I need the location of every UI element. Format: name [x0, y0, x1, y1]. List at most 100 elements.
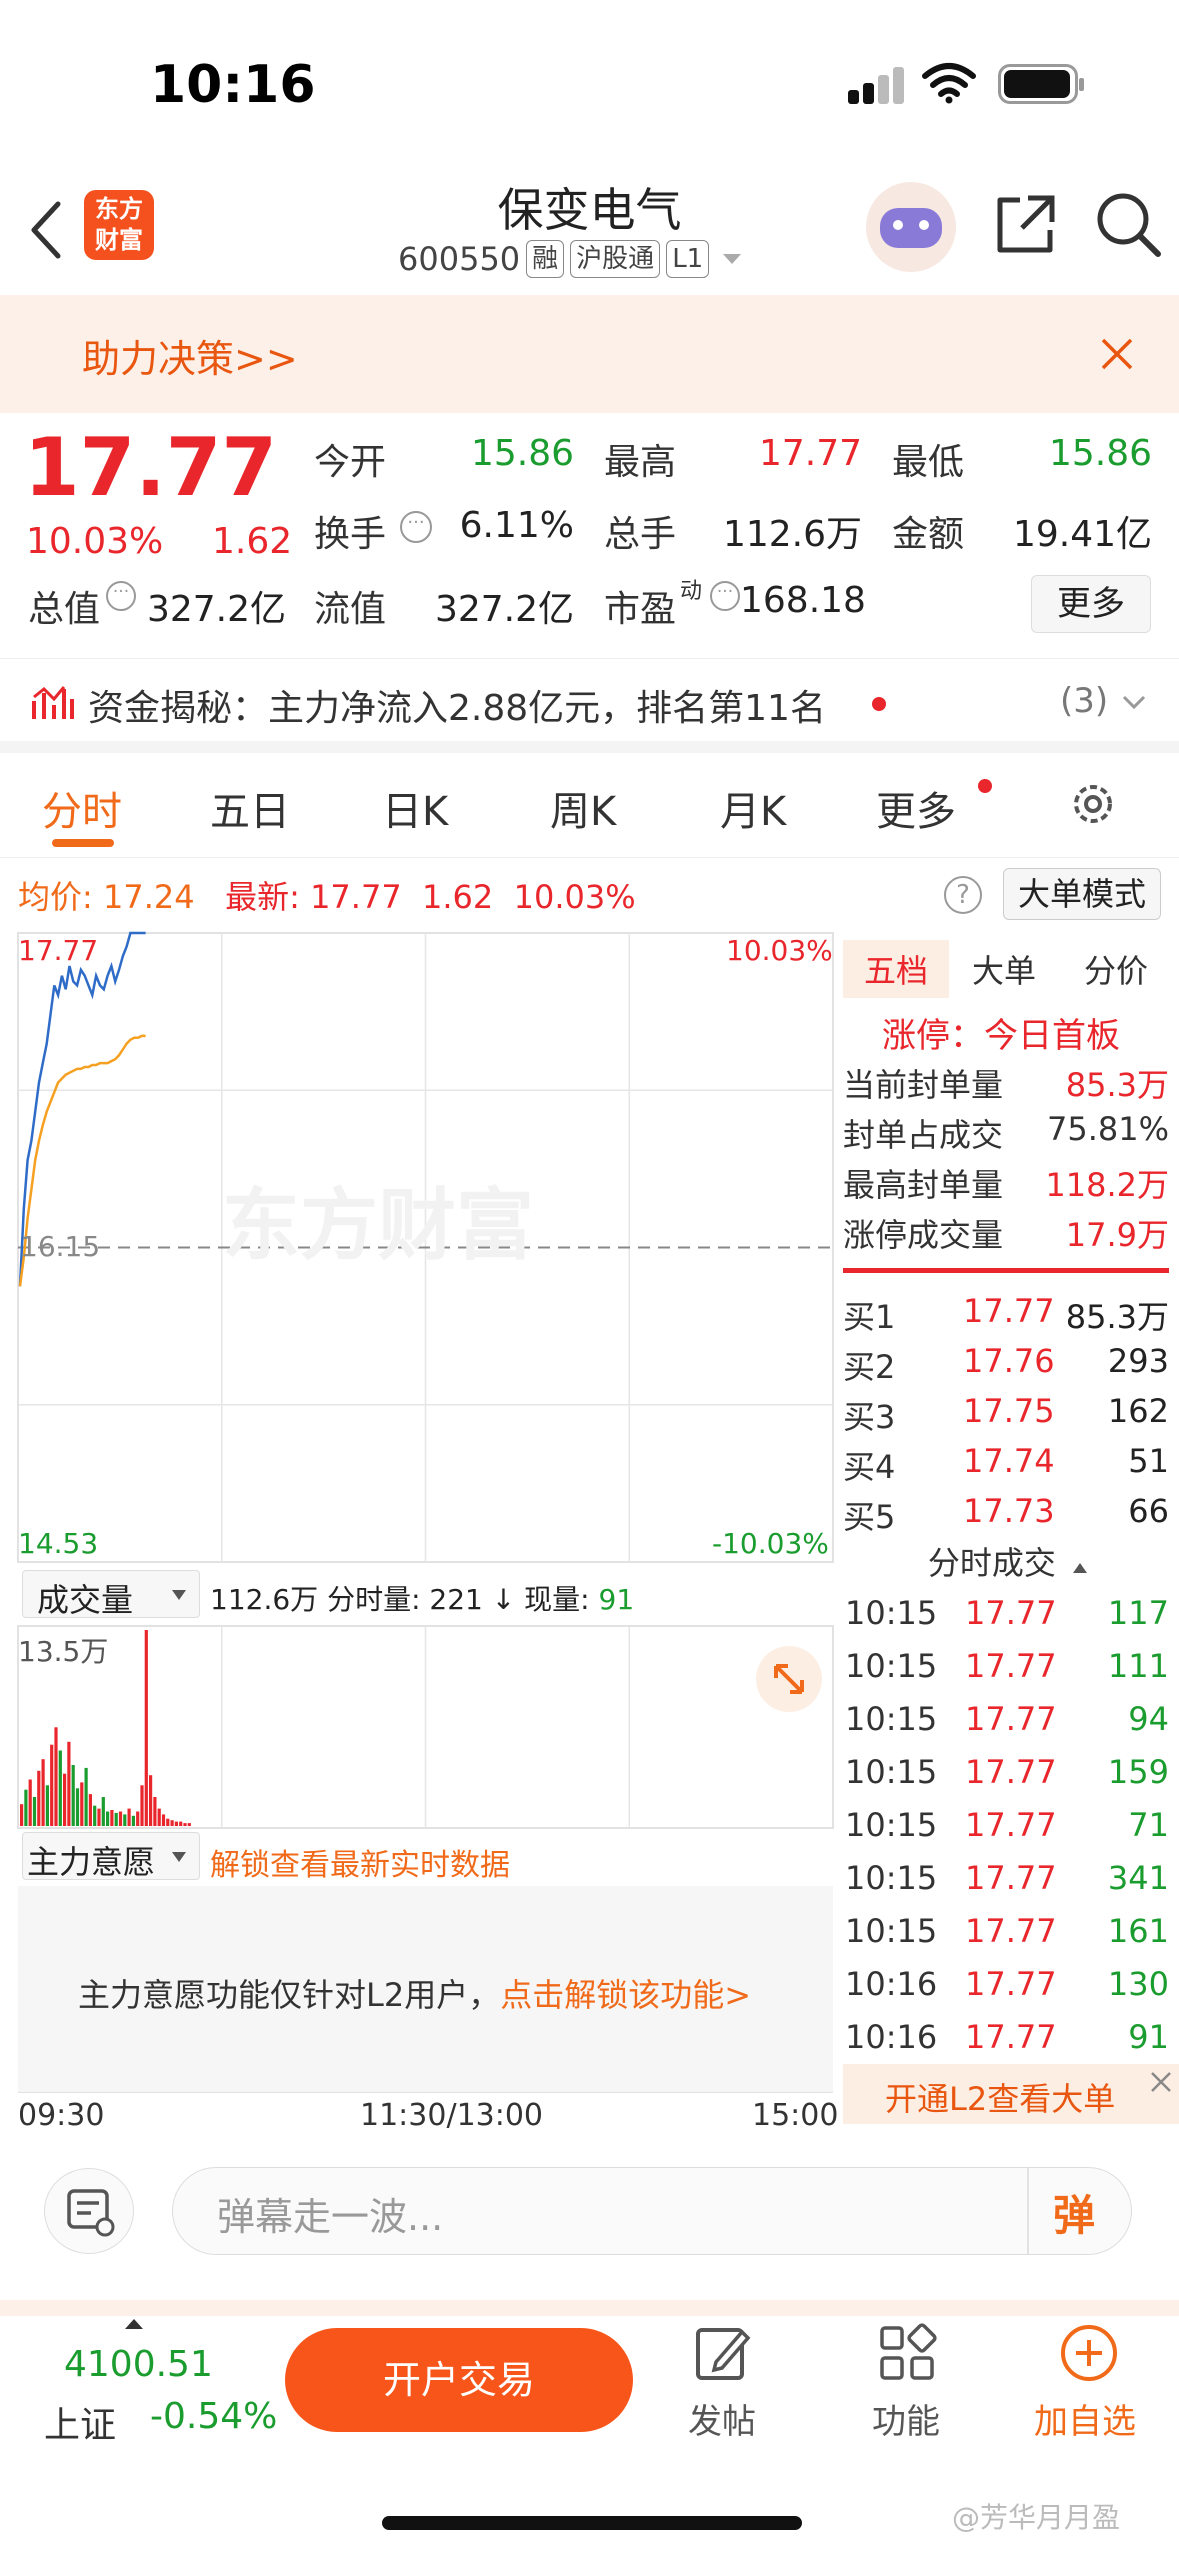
info-icon[interactable]: ··· [710, 581, 740, 611]
decision-banner[interactable]: 助力决策>> [0, 295, 1179, 413]
volume-bar [67, 1741, 71, 1826]
volume-bar [106, 1811, 110, 1826]
float-label: 流值 [314, 589, 387, 630]
volume-bar [58, 1750, 62, 1826]
tick-price: 17.77 [965, 1859, 1057, 1897]
dropdown-triangle-icon [172, 1852, 186, 1862]
tick-time: 10:15 [845, 1594, 938, 1632]
tab-five-day[interactable]: 五日 [210, 779, 290, 837]
tick-volume: 159 [1107, 1753, 1169, 1791]
danmu-toggle-icon[interactable] [44, 2168, 134, 2254]
avg-label: 均价: [18, 878, 93, 916]
latest-change: 1.62 [422, 878, 494, 916]
bid-label: 买2 [843, 1348, 896, 1386]
tick-price: 17.77 [965, 1806, 1057, 1844]
volume-bar [24, 1789, 28, 1826]
bid-price: 17.77 [963, 1292, 1055, 1330]
index-value[interactable]: 4100.51 [64, 2344, 213, 2385]
stat-value: 118.2万 [1045, 1166, 1169, 1204]
open-account-trade-button[interactable]: 开户交易 [285, 2328, 633, 2432]
tick-time: 10:15 [845, 1859, 938, 1897]
more-button[interactable]: 更多 [1031, 575, 1151, 633]
wifi-icon [922, 63, 976, 104]
change-percent: 10.03% [26, 521, 164, 562]
bid-label: 买5 [843, 1498, 896, 1536]
zhuli-selector[interactable]: 主力意愿 [22, 1832, 200, 1881]
tag-connect: 沪股通 [570, 240, 661, 278]
avg-value: 17.24 [102, 878, 195, 916]
big-order-mode-button[interactable]: 大单模式 [1003, 868, 1161, 920]
volume-bar [166, 1818, 170, 1826]
robot-avatar-icon[interactable] [866, 182, 956, 272]
orderbook-tab-price[interactable]: 分价 [1084, 946, 1148, 992]
index-name: 上证 [44, 2405, 117, 2446]
tick-volume: 94 [1128, 1700, 1169, 1738]
ticks-title[interactable]: 分时成交 [843, 1538, 1173, 1584]
expand-icon[interactable] [756, 1646, 822, 1712]
tick-price: 17.77 [965, 1700, 1057, 1738]
high-label: 最高 [604, 442, 677, 483]
orderbook-tab-big[interactable]: 大单 [972, 946, 1036, 992]
time-start: 09:30 [18, 2098, 105, 2133]
info-icon[interactable]: ··· [106, 581, 136, 611]
volume-bar [93, 1805, 97, 1826]
close-icon[interactable] [1100, 337, 1134, 371]
functions-label[interactable]: 功能 [872, 2394, 940, 2443]
tab-underline [52, 839, 114, 847]
current-price: 17.77 [24, 421, 278, 514]
volume-bar [110, 1810, 114, 1826]
add-watchlist-label[interactable]: 加自选 [1034, 2394, 1136, 2443]
bid-label: 买1 [843, 1298, 896, 1336]
volume-bar [174, 1821, 178, 1826]
tab-weekly-k[interactable]: 周K [550, 779, 616, 837]
unlock-link[interactable]: 解锁查看最新实时数据 [210, 1840, 510, 1884]
share-icon[interactable] [994, 192, 1058, 256]
orderbook-tab-five[interactable]: 五档 [864, 946, 928, 992]
volume-bar [144, 1630, 148, 1826]
stat-label: 封单占成交 [843, 1116, 1004, 1154]
stat-label: 最高封单量 [843, 1166, 1004, 1204]
stock-code-row[interactable]: 600550 融 沪股通 L1 [398, 240, 743, 278]
tab-monthly-k[interactable]: 月K [720, 779, 786, 837]
tab-daily-k[interactable]: 日K [382, 779, 448, 837]
quote-panel: 17.77 10.03% 1.62 今开 15.86 最高 17.77 最低 1… [0, 413, 1179, 658]
latest-value: 17.77 [310, 878, 402, 916]
capital-flow-row[interactable]: 资金揭秘：主力净流入2.88亿元，排名第11名 (3) [0, 658, 1179, 753]
l2-big-order-bar[interactable]: 开通L2查看大单 [843, 2064, 1179, 2124]
signal-icon [848, 66, 908, 104]
post-label[interactable]: 发帖 [688, 2394, 756, 2443]
add-watchlist-icon[interactable] [1058, 2322, 1120, 2384]
bid-volume: 293 [1107, 1342, 1169, 1380]
danmu-input[interactable]: 弹幕走一波... 弹 [172, 2167, 1132, 2255]
danmu-send-button[interactable]: 弹 [1053, 2182, 1095, 2243]
status-time: 10:16 [150, 55, 316, 115]
current-label: 现量: [524, 1583, 590, 1616]
volume-bar [183, 1823, 187, 1826]
l2-unlock-link[interactable]: 点击解锁该功能> [500, 1976, 751, 2014]
stat-label: 当前封单量 [843, 1066, 1004, 1104]
help-icon[interactable]: ? [944, 876, 982, 914]
functions-icon[interactable] [876, 2322, 938, 2384]
volume-bar [63, 1773, 67, 1826]
tick-price: 17.77 [965, 1753, 1057, 1791]
volume-bar [153, 1797, 157, 1826]
bid-price: 17.76 [963, 1342, 1055, 1380]
tick-price: 17.77 [965, 1594, 1057, 1632]
bid-label: 买4 [843, 1448, 896, 1486]
volume-selector[interactable]: 成交量 [22, 1570, 200, 1619]
settings-icon[interactable] [1068, 779, 1118, 829]
volume-bar [140, 1785, 144, 1826]
stat-value: 85.3万 [1065, 1066, 1169, 1104]
close-icon[interactable] [1149, 2070, 1173, 2094]
volume-bar [136, 1811, 140, 1826]
up-triangle-icon [125, 2319, 143, 2329]
volume-total: 112.6万 [210, 1583, 319, 1616]
edit-post-icon[interactable] [692, 2322, 754, 2384]
red-dot [872, 697, 886, 711]
volume-bar [84, 1767, 88, 1826]
tick-volume: 161 [1107, 1912, 1169, 1950]
tab-more[interactable]: 更多 [876, 779, 956, 837]
search-icon[interactable] [1094, 190, 1162, 258]
tab-intraday[interactable]: 分时 [42, 779, 122, 837]
pe-label: 市盈 [604, 589, 677, 630]
